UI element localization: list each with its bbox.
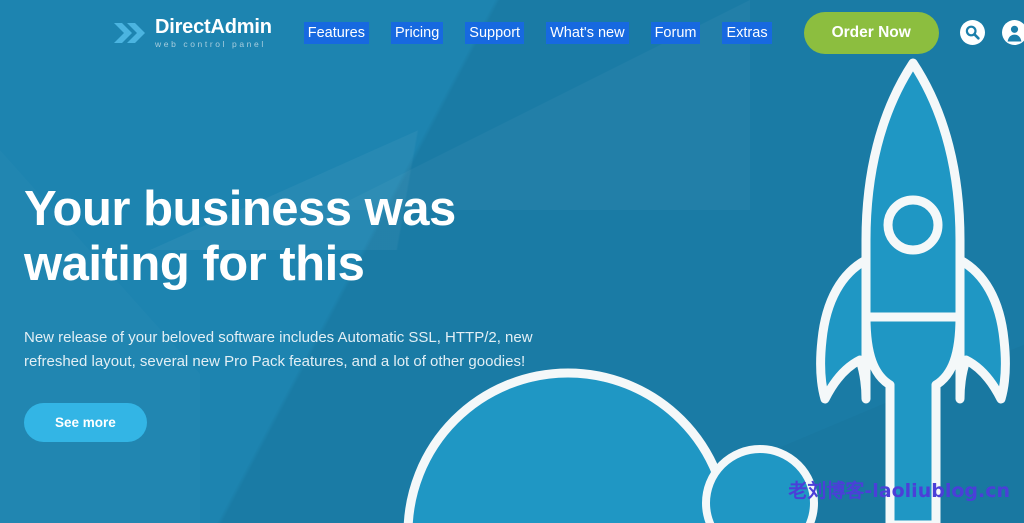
see-more-button[interactable]: See more xyxy=(24,403,147,443)
hero-section: Your business was waiting for this New r… xyxy=(24,182,644,443)
nav-item-support[interactable]: Support xyxy=(465,21,525,44)
nav-item-features[interactable]: Features xyxy=(303,21,369,44)
user-account-icon[interactable] xyxy=(1001,20,1024,45)
logo-subtitle: web control panel xyxy=(155,38,266,49)
logo-title: DirectAdmin xyxy=(155,17,272,37)
nav-item-extras[interactable]: Extras xyxy=(722,21,772,44)
logo-title-second: Admin xyxy=(210,15,272,38)
nav-item-whats-new[interactable]: What's new xyxy=(546,21,629,44)
page-root: DirectAdmin web control panel Features P… xyxy=(0,0,1024,523)
hero-subtitle: New release of your beloved software inc… xyxy=(24,328,533,371)
nav-item-pricing[interactable]: Pricing xyxy=(390,21,444,44)
order-now-button[interactable]: Order Now xyxy=(803,11,939,54)
logo-text: DirectAdmin web control panel xyxy=(155,17,272,49)
nav-item-forum[interactable]: Forum xyxy=(650,21,701,44)
double-chevron-icon xyxy=(112,18,146,48)
watermark: 老刘博客-laoliublog.cn xyxy=(788,480,1010,502)
page-title: Your business was waiting for this xyxy=(24,182,456,291)
logo-title-first: Direct xyxy=(155,15,211,38)
site-header: DirectAdmin web control panel Features P… xyxy=(0,0,1024,65)
main-navigation: Features Pricing Support What's new Foru… xyxy=(303,21,772,44)
search-icon[interactable] xyxy=(959,20,985,45)
logo[interactable]: DirectAdmin web control panel xyxy=(112,17,272,49)
